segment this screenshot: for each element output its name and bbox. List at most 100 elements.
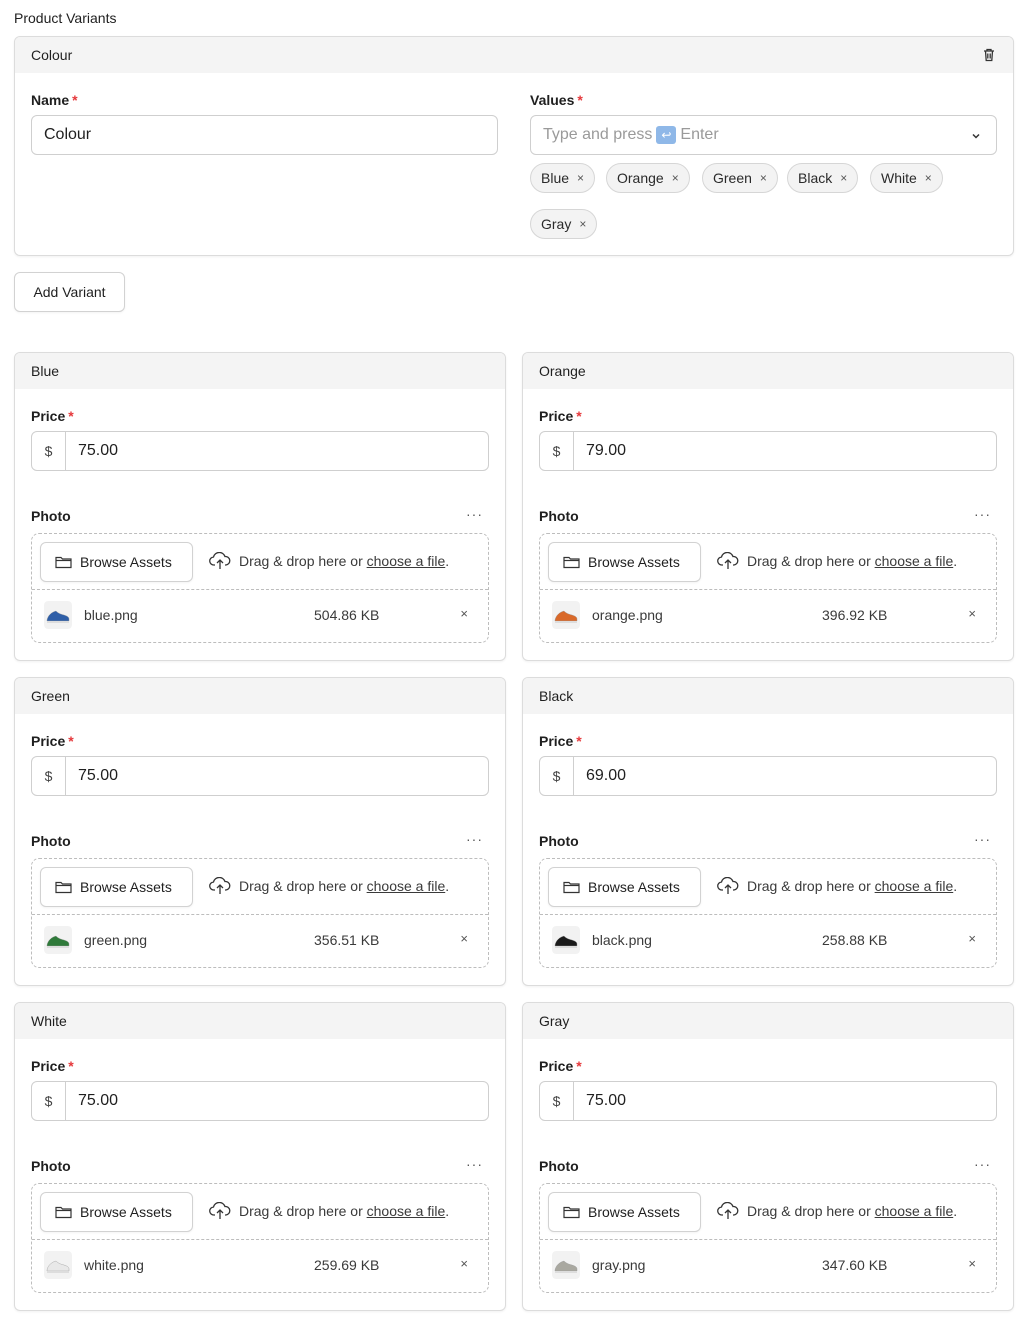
file-row: green.png 356.51 KB × [32,915,488,966]
file-size: 258.88 KB [822,932,888,948]
photo-dropzone[interactable]: Browse Assets Drag & drop here or choose… [31,1183,489,1293]
choose-file-link[interactable]: choose a file [367,1203,446,1219]
browse-assets-button[interactable]: Browse Assets [548,1192,701,1232]
variant-card-header: Gray [523,1003,1013,1039]
tag-blue: Blue × [530,163,596,193]
choose-file-link[interactable]: choose a file [875,553,954,569]
photo-label: Photo [539,1158,579,1174]
photo-label: Photo [31,508,71,524]
remove-file-icon[interactable]: × [460,606,468,621]
tag-black: Black × [787,163,859,193]
variant-title: Black [539,688,574,704]
more-options-icon[interactable]: ··· [974,831,991,847]
values-input[interactable]: Type and press ↩ Enter [530,115,997,155]
variant-card-header: White [15,1003,505,1039]
currency-prefix: $ [32,757,66,795]
more-options-icon[interactable]: ··· [466,831,483,847]
folder-icon [563,556,580,569]
price-input[interactable]: $ 75.00 [31,431,489,471]
more-options-icon[interactable]: ··· [974,506,991,522]
photo-dropzone[interactable]: Browse Assets Drag & drop here or choose… [539,1183,997,1293]
option-card-title: Colour [31,47,73,63]
more-options-icon[interactable]: ··· [974,1156,991,1172]
drag-drop-text: Drag & drop here or choose a file. [717,552,957,570]
name-input[interactable]: Colour [31,115,498,155]
photo-dropzone[interactable]: Browse Assets Drag & drop here or choose… [539,858,997,968]
remove-file-icon[interactable]: × [968,606,976,621]
drag-drop-text: Drag & drop here or choose a file. [209,877,449,895]
values-label: Values * [530,92,583,108]
file-row: white.png 259.69 KB × [32,1240,488,1291]
file-row: black.png 258.88 KB × [540,915,996,966]
file-size: 356.51 KB [314,932,380,948]
price-label: Price * [539,733,582,749]
choose-file-link[interactable]: choose a file [875,878,954,894]
price-label: Price * [31,1058,74,1074]
choose-file-link[interactable]: choose a file [875,1203,954,1219]
price-value: 75.00 [78,442,119,459]
price-input[interactable]: $ 75.00 [31,756,489,796]
browse-assets-button[interactable]: Browse Assets [40,542,193,582]
remove-file-icon[interactable]: × [968,1256,976,1271]
drag-drop-text: Drag & drop here or choose a file. [209,552,449,570]
enter-key-icon: ↩ [656,126,677,144]
remove-tag-icon[interactable]: × [760,171,767,185]
currency-prefix: $ [32,432,66,470]
more-options-icon[interactable]: ··· [466,506,483,522]
remove-tag-icon[interactable]: × [577,171,584,185]
tag-white: White × [870,163,943,193]
upload-cloud-icon [209,552,231,569]
variant-card-blue: Blue Price * $ 75.00 Photo ··· Browse As… [14,352,506,661]
variant-card-header: Orange [523,353,1013,389]
price-label: Price * [539,1058,582,1074]
variant-title: Green [31,688,70,704]
browse-assets-button[interactable]: Browse Assets [548,867,701,907]
file-size: 259.69 KB [314,1257,380,1273]
file-row: orange.png 396.92 KB × [540,590,996,641]
add-variant-button[interactable]: Add Variant [14,272,125,312]
price-input[interactable]: $ 75.00 [539,1081,997,1121]
price-input[interactable]: $ 79.00 [539,431,997,471]
folder-icon [55,881,72,894]
remove-file-icon[interactable]: × [460,931,468,946]
file-name: orange.png [592,607,663,623]
variant-card-gray: Gray Price * $ 75.00 Photo ··· Browse As… [522,1002,1014,1311]
chevron-down-icon[interactable] [970,130,982,142]
folder-icon [55,1206,72,1219]
remove-tag-icon[interactable]: × [840,171,847,185]
file-row: gray.png 347.60 KB × [540,1240,996,1291]
choose-file-link[interactable]: choose a file [367,553,446,569]
price-input[interactable]: $ 69.00 [539,756,997,796]
variant-title: Gray [539,1013,570,1029]
remove-tag-icon[interactable]: × [925,171,932,185]
section-title: Product Variants [14,10,117,26]
remove-tag-icon[interactable]: × [579,217,586,231]
tag-green: Green × [702,163,778,193]
browse-assets-button[interactable]: Browse Assets [548,542,701,582]
browse-assets-button[interactable]: Browse Assets [40,867,193,907]
file-name: green.png [84,932,148,948]
upload-cloud-icon [717,1202,739,1219]
shoe-thumbnail [44,1251,72,1279]
folder-icon [563,1206,580,1219]
price-input[interactable]: $ 75.00 [31,1081,489,1121]
photo-dropzone[interactable]: Browse Assets Drag & drop here or choose… [539,533,997,643]
photo-dropzone[interactable]: Browse Assets Drag & drop here or choose… [31,533,489,643]
variant-card-header: Black [523,678,1013,714]
browse-assets-button[interactable]: Browse Assets [40,1192,193,1232]
choose-file-link[interactable]: choose a file [367,878,446,894]
folder-icon [563,881,580,894]
upload-cloud-icon [717,877,739,894]
photo-dropzone[interactable]: Browse Assets Drag & drop here or choose… [31,858,489,968]
option-card-header: Colour [15,37,1013,73]
price-value: 75.00 [78,767,119,784]
remove-tag-icon[interactable]: × [672,171,679,185]
file-name: black.png [592,932,652,948]
remove-file-icon[interactable]: × [460,1256,468,1271]
drag-drop-text: Drag & drop here or choose a file. [209,1202,449,1220]
shoe-thumbnail [552,926,580,954]
remove-file-icon[interactable]: × [968,931,976,946]
trash-icon[interactable] [981,47,997,63]
photo-label: Photo [31,1158,71,1174]
more-options-icon[interactable]: ··· [466,1156,483,1172]
